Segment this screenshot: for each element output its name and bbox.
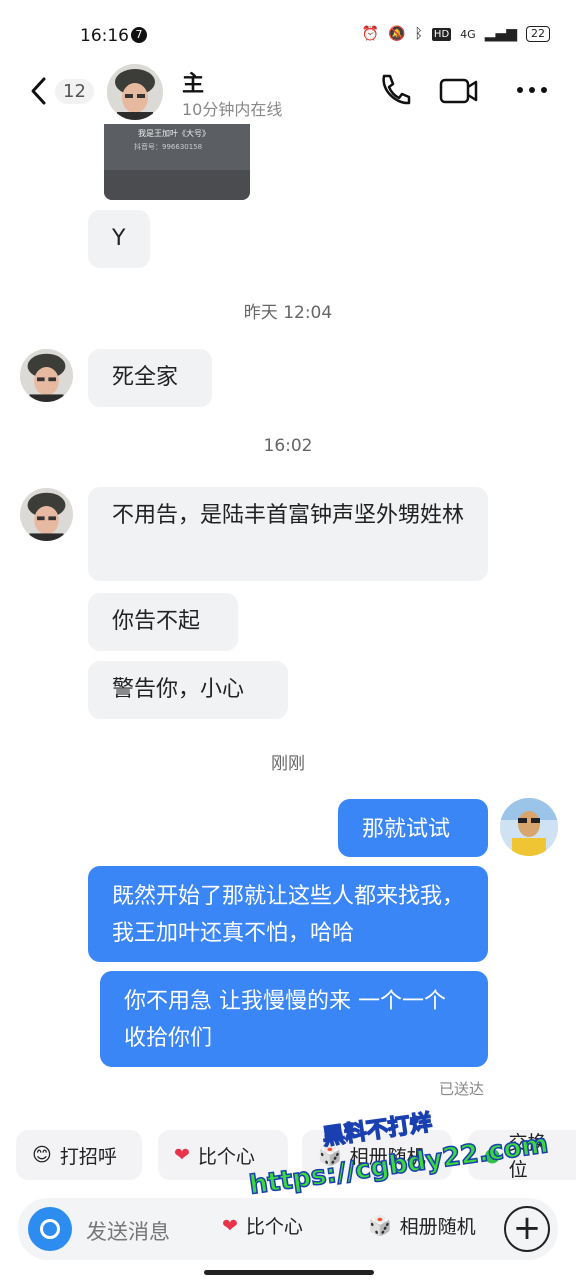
- home-indicator[interactable]: [204, 1270, 374, 1275]
- input-heart-chip[interactable]: ❤ 比个心: [222, 1212, 303, 1239]
- unread-count-badge[interactable]: 12: [55, 79, 94, 104]
- contact-avatar[interactable]: [107, 64, 163, 120]
- mute-icon: 🔕: [388, 26, 406, 42]
- incoming-message[interactable]: 不用告，是陆丰首富钟声坚外甥姓林: [88, 487, 488, 581]
- plus-icon[interactable]: +: [504, 1206, 550, 1252]
- my-avatar[interactable]: [500, 798, 558, 856]
- input-random-photo-chip[interactable]: 🎲 相册随机: [368, 1212, 476, 1239]
- timestamp: 昨天 12:04: [243, 303, 333, 323]
- quick-action-greet[interactable]: 😊 打招呼: [16, 1130, 142, 1180]
- heart-icon: ❤: [174, 1144, 190, 1166]
- chip-label: 相册随机: [399, 1216, 476, 1238]
- signal-icon: ▂▄▆: [484, 26, 517, 42]
- message-input-bar: 发送消息 ❤ 比个心 🎲 相册随机 +: [18, 1198, 558, 1260]
- phone-call-icon[interactable]: [376, 72, 412, 108]
- contact-name: 主: [182, 72, 205, 97]
- chip-label: 打招呼: [59, 1145, 117, 1168]
- more-options-icon[interactable]: [514, 72, 550, 108]
- status-bar: 16:16 7 ⏰ 🔕 ᛒ HD 4G ▂▄▆ 22: [0, 0, 576, 62]
- clock: 16:16: [80, 26, 129, 46]
- video-call-icon[interactable]: [438, 72, 480, 108]
- delivered-status: 已送达: [438, 1080, 484, 1098]
- sender-avatar[interactable]: [20, 488, 73, 541]
- alarm-icon: ⏰: [361, 26, 380, 42]
- timestamp: 16:02: [263, 436, 313, 456]
- incoming-message[interactable]: 警告你，小心: [88, 661, 288, 719]
- sender-avatar[interactable]: [20, 349, 73, 402]
- incoming-message[interactable]: 你告不起: [88, 593, 238, 651]
- system-icons: ⏰ 🔕 ᛒ HD 4G ▂▄▆ 22: [362, 26, 550, 42]
- shared-card-title: 我是王加叶《大号》: [138, 129, 210, 138]
- shared-card-footer: [104, 170, 250, 200]
- shared-card-subtitle: 抖音号：996630158: [134, 143, 203, 151]
- chat-header: 12 主 10分钟内在线: [0, 62, 576, 124]
- hd-icon: HD: [431, 27, 452, 41]
- chip-label: 比个心: [197, 1145, 255, 1168]
- outgoing-message[interactable]: 那就试试: [338, 799, 488, 857]
- heart-icon: ❤: [222, 1214, 238, 1237]
- contact-online-status: 10分钟内在线: [182, 100, 283, 119]
- message-input[interactable]: 发送消息: [86, 1216, 170, 1246]
- network-label: 4G: [460, 27, 476, 41]
- shared-image-card[interactable]: 我是王加叶《大号》 抖音号：996630158: [104, 124, 250, 200]
- back-arrow-icon[interactable]: [28, 76, 50, 106]
- timestamp: 刚刚: [271, 754, 305, 774]
- notification-badge: 7: [131, 27, 147, 43]
- outgoing-message[interactable]: 你不用急 让我慢慢的来 一个一个收拾你们: [100, 971, 488, 1067]
- chip-label: 比个心: [245, 1216, 303, 1238]
- incoming-message[interactable]: Y: [88, 210, 150, 268]
- smile-emoji-icon: 😊: [32, 1144, 52, 1166]
- camera-icon[interactable]: [28, 1207, 72, 1251]
- dice-icon: 🎲: [368, 1215, 392, 1237]
- battery-icon: 22: [526, 26, 550, 42]
- outgoing-message[interactable]: 既然开始了那就让这些人都来找我，我王加叶还真不怕，哈哈: [88, 866, 488, 962]
- bluetooth-icon: ᛒ: [414, 26, 423, 42]
- incoming-message[interactable]: 死全家: [88, 349, 212, 407]
